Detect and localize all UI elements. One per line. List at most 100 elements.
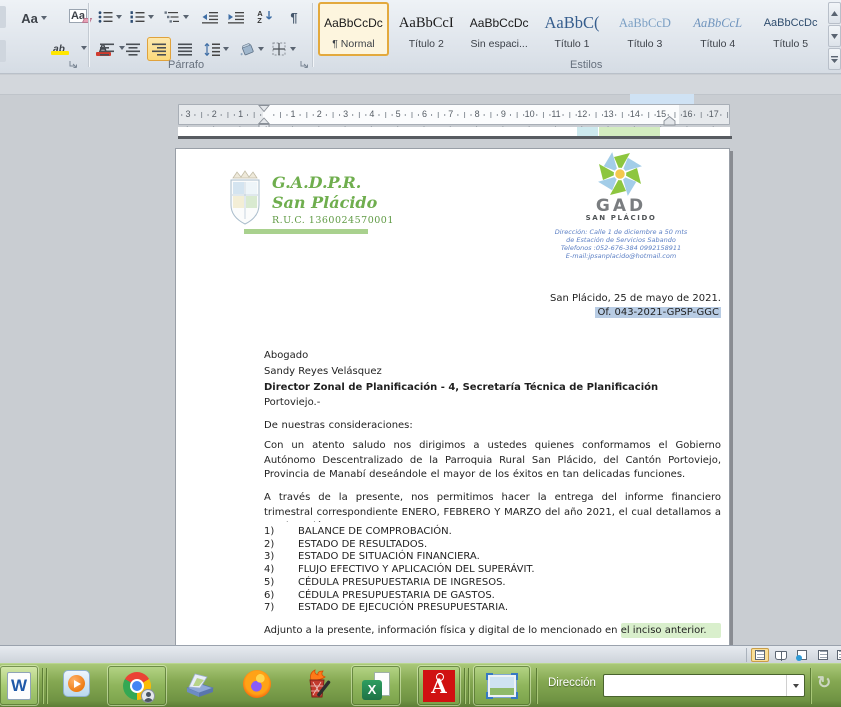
list-item-number: 6) <box>264 590 298 603</box>
document-page[interactable]: G.A.D.P.R. San Plácido R.U.C. 1360024570… <box>175 148 730 648</box>
outline-view-button[interactable] <box>814 648 832 662</box>
gallery-more-button[interactable] <box>828 48 841 70</box>
word-icon: W <box>7 672 31 700</box>
horizontal-ruler[interactable]: 3211234567891011121314151617 <box>178 104 730 125</box>
parish-crest-logo <box>224 169 266 229</box>
taskbar-photo-viewer-button[interactable] <box>474 666 530 705</box>
list-item-number: 3) <box>264 551 298 564</box>
taskbar-firefox-button[interactable] <box>243 670 271 698</box>
style-card-4[interactable]: AaBbCcDTítulo 3 <box>609 2 680 56</box>
print-layout-icon <box>755 650 765 660</box>
address-input[interactable] <box>603 674 805 697</box>
paragraph-dialog-launcher[interactable] <box>299 59 309 69</box>
gallery-scroll-up-button[interactable] <box>828 2 841 24</box>
ruler-number: 17 <box>709 105 719 124</box>
taskbar-scanner-button[interactable] <box>185 672 215 699</box>
taskbar-separator <box>810 668 811 704</box>
show-paragraph-marks-button[interactable]: ¶ <box>283 5 305 29</box>
right-indent-marker[interactable] <box>663 116 676 126</box>
ruler-number: 13 <box>604 105 614 124</box>
recipient-line: Director Zonal de Planificación - 4, Sec… <box>264 380 721 396</box>
taskbar-burner-button[interactable] <box>301 669 333 701</box>
clear-formatting-button[interactable]: Aa <box>66 4 94 28</box>
multilevel-list-button[interactable] <box>159 5 193 29</box>
ribbon: Aa Aa ab A <box>0 0 841 74</box>
style-card-1[interactable]: AaBbCcI Título 2 <box>391 2 462 56</box>
style-card-2[interactable]: AaBbCcDcSin espaci... <box>464 2 535 56</box>
refresh-go-button[interactable]: ↻ <box>817 673 831 693</box>
address-toolbar-label: Dirección <box>548 677 596 689</box>
clipped-ribbon-button[interactable] <box>0 6 6 28</box>
font-dialog-launcher[interactable] <box>68 59 78 69</box>
borders-button[interactable] <box>269 37 299 61</box>
style-card-5[interactable]: AaBbCcLTítulo 4 <box>682 2 753 56</box>
line-spacing-button[interactable] <box>201 37 231 61</box>
taskbar-separator <box>536 668 537 704</box>
address-input-field[interactable] <box>606 676 784 695</box>
align-left-button[interactable] <box>95 37 119 61</box>
chevron-down-icon <box>183 15 189 19</box>
reference-line: Of. 043-2021-GPSP-GGC <box>264 306 721 320</box>
list-item: 4)FLUJO EFECTIVO Y APLICACIÓN DEL SUPERÁ… <box>264 564 721 577</box>
disc-burner-icon <box>301 669 333 701</box>
list-item-text: ESTADO DE SITUACIÓN FINANCIERA. <box>298 551 480 564</box>
taskbar-chrome-button[interactable] <box>108 666 166 705</box>
recipient-line: Abogado <box>264 348 721 364</box>
style-card-3[interactable]: AaBbC(Título 1 <box>537 2 608 56</box>
address-dropdown-button[interactable] <box>786 675 804 696</box>
photo-viewer-icon <box>488 675 516 697</box>
clipped-ribbon-button[interactable] <box>0 40 6 62</box>
address-line: Dirección: Calle 1 de diciembre a 50 mts <box>546 228 696 236</box>
firefox-icon <box>243 670 271 698</box>
draft-view-icon <box>837 650 841 660</box>
ruler-number: 8 <box>475 105 480 124</box>
numbering-button[interactable] <box>127 5 157 29</box>
text-highlight-dropdown[interactable] <box>76 36 88 60</box>
taskbar-word-button[interactable]: W <box>0 666 38 705</box>
red-a-compass-icon: A <box>423 670 455 702</box>
list-item-number: 2) <box>264 539 298 552</box>
style-name: Título 3 <box>627 38 662 50</box>
gallery-scroll-down-button[interactable] <box>828 25 841 47</box>
letterhead-underline <box>244 229 368 234</box>
reading-view-icon <box>775 651 787 660</box>
highlight-fragment <box>577 127 598 136</box>
taskbar: W <box>0 663 841 707</box>
list-item-text: CÉDULA PRESUPUESTARIA DE GASTOS. <box>298 590 495 603</box>
style-card-6[interactable]: AaBbCcDcTítulo 5 <box>755 2 826 56</box>
change-case-button[interactable]: Aa <box>14 6 54 30</box>
style-preview: AaBbCcI <box>399 10 454 36</box>
body-paragraph-2: A través de la presente, nos permitimos … <box>264 491 721 522</box>
taskbar-media-player-button[interactable] <box>63 670 90 697</box>
draft-view-button[interactable] <box>833 648 841 662</box>
bullets-button[interactable] <box>95 5 125 29</box>
chrome-icon <box>123 672 151 700</box>
status-divider <box>746 648 747 662</box>
text-highlight-color-button[interactable]: ab <box>44 36 74 60</box>
chevron-down-icon <box>258 47 264 51</box>
style-card-0[interactable]: AaBbCcDc¶ Normal <box>318 2 389 56</box>
pilcrow-glyph: ¶ <box>290 10 297 25</box>
taskbar-excel-button[interactable]: X <box>352 666 400 705</box>
scanner-icon <box>185 672 215 699</box>
sort-button[interactable]: A Z <box>252 5 278 29</box>
style-preview: AaBbCcL <box>693 10 742 36</box>
justify-button[interactable] <box>173 37 197 61</box>
word-application-window: Aa Aa ab A <box>0 0 841 707</box>
shading-button[interactable] <box>237 37 265 61</box>
align-right-button[interactable] <box>147 37 171 61</box>
list-item: 7)ESTADO DE EJECUCIÓN PRESUPUESTARIA. <box>264 602 721 615</box>
taskbar-autocad-button[interactable]: A <box>418 666 460 705</box>
date-line: San Plácido, 25 de mayo de 2021. <box>264 292 721 306</box>
style-name: Título 2 <box>409 38 444 50</box>
web-layout-view-button[interactable] <box>793 648 811 662</box>
fullscreen-reading-view-button[interactable] <box>772 648 790 662</box>
style-preview: AaBbCcDc <box>324 10 383 36</box>
increase-indent-button[interactable] <box>224 5 248 29</box>
ruler-number: 10 <box>525 105 535 124</box>
decrease-indent-button[interactable] <box>198 5 222 29</box>
window-band <box>0 75 841 95</box>
print-layout-view-button[interactable] <box>751 648 769 662</box>
style-preview: AaBbC( <box>545 10 600 36</box>
align-center-button[interactable] <box>121 37 145 61</box>
